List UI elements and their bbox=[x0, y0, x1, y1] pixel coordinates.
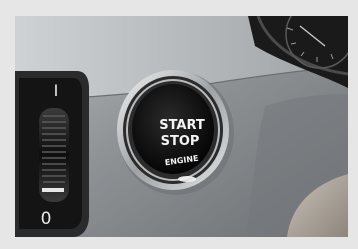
start-stop-button[interactable]: START STOP ENGINE bbox=[132, 84, 214, 174]
photo-illustration: I 0 START STOP ENGINE bbox=[15, 16, 348, 237]
dial-mark-bottom: 0 bbox=[41, 209, 52, 229]
button-label-stop: STOP bbox=[161, 134, 200, 149]
button-label-start: START bbox=[159, 118, 205, 133]
dashboard-photo: I 0 START STOP ENGINE bbox=[15, 16, 348, 237]
dial-mark-top: I bbox=[54, 81, 59, 100]
thumbwheel-indicator bbox=[42, 188, 64, 192]
ring-highlight bbox=[178, 176, 196, 182]
